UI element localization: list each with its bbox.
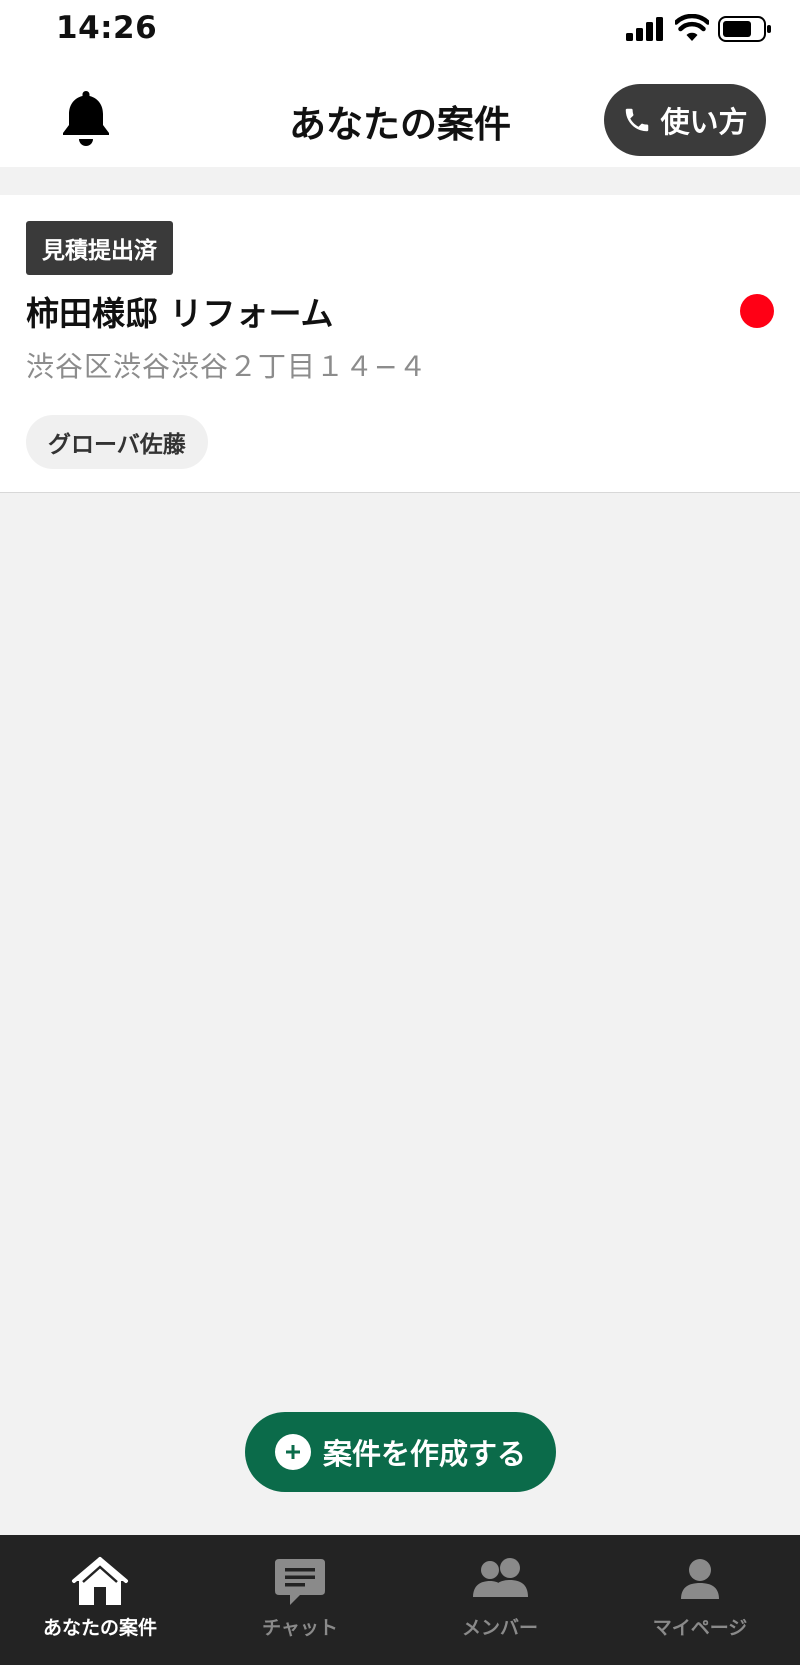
- tab-projects[interactable]: あなたの案件: [0, 1535, 200, 1665]
- person-icon: [681, 1559, 719, 1599]
- phone-icon: [626, 108, 649, 132]
- tab-projects-label: あなたの案件: [42, 1617, 157, 1639]
- status-badge: 見積提出済: [26, 221, 173, 275]
- member-tag: グローバ佐藤: [26, 415, 208, 469]
- app-header: あなたの案件 使い方: [0, 62, 800, 167]
- tab-members[interactable]: メンバー: [400, 1535, 600, 1665]
- status-bar: 14:26: [0, 0, 800, 62]
- wifi-icon: [675, 14, 709, 41]
- unread-indicator: [740, 294, 774, 328]
- chat-icon: [275, 1559, 325, 1605]
- create-project-label: 案件を作成する: [322, 1437, 526, 1471]
- tab-mypage[interactable]: マイページ: [600, 1535, 800, 1665]
- plus-circle-icon: [274, 1434, 311, 1470]
- create-project-button[interactable]: 案件を作成する: [245, 1412, 556, 1492]
- members-icon: [473, 1558, 528, 1597]
- project-title: 柿田様邸 リフォーム: [26, 294, 334, 333]
- howto-button[interactable]: 使い方: [604, 84, 766, 156]
- status-time: 14:26: [56, 10, 158, 46]
- tab-mypage-label: マイページ: [652, 1617, 748, 1639]
- project-card[interactable]: 見積提出済 柿田様邸 リフォーム 渋谷区渋谷渋谷２丁目１４−４ グローバ佐藤: [0, 195, 800, 493]
- tab-bar: あなたの案件 チャット メンバー マイページ: [0, 1535, 800, 1665]
- battery-icon: [718, 16, 771, 42]
- cellular-signal-icon: [626, 17, 663, 41]
- tab-chat-label: チャット: [262, 1617, 338, 1639]
- howto-label: 使い方: [660, 105, 748, 139]
- tab-members-label: メンバー: [461, 1617, 538, 1639]
- tab-chat[interactable]: チャット: [200, 1535, 400, 1665]
- project-address: 渋谷区渋谷渋谷２丁目１４−４: [26, 350, 428, 383]
- home-icon: [72, 1557, 128, 1605]
